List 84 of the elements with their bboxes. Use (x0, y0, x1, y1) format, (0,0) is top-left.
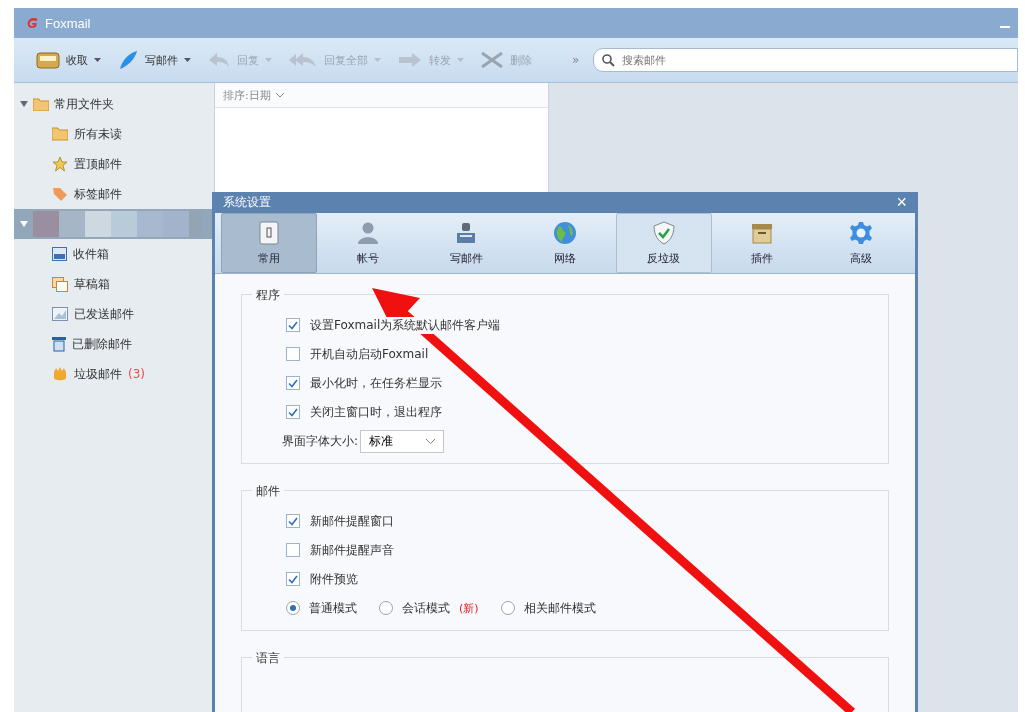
checkbox[interactable] (286, 543, 300, 557)
radio-button[interactable] (379, 601, 393, 615)
radio-button[interactable] (500, 601, 515, 615)
junk-icon (52, 366, 68, 382)
checkbox-option[interactable]: 新邮件提醒窗口 (286, 511, 888, 531)
folder-item[interactable]: 草稿箱 (14, 269, 214, 299)
feather-icon (117, 50, 139, 70)
dialog-title: 系统设置 (223, 194, 271, 211)
chevron-icon (275, 92, 284, 98)
folder-label: 已删除邮件 (72, 335, 132, 353)
delete-icon (480, 50, 504, 70)
user-icon (355, 220, 380, 245)
window-title: Foxmail (45, 15, 91, 31)
settings-tab[interactable]: 插件 (714, 213, 811, 273)
folder-label: 垃圾邮件 (74, 365, 122, 383)
sort-button[interactable]: 排序:日期 (215, 86, 290, 104)
folder-label: 置顶邮件 (74, 155, 122, 173)
folder-item[interactable]: 垃圾邮件 (3) (14, 359, 214, 389)
star-icon (52, 156, 68, 172)
settings-tab[interactable]: 帐号 (319, 213, 416, 273)
globe-icon (552, 220, 577, 245)
folder-item[interactable]: 已发送邮件 (14, 299, 214, 329)
font-size-dropdown[interactable]: 标准 (360, 429, 445, 453)
search-field[interactable]: 搜索邮件 (593, 48, 1018, 72)
radio-option[interactable]: 会话模式 (新) (379, 599, 479, 617)
checkbox-option[interactable]: 关闭主窗口时，退出程序 (286, 402, 888, 422)
radio-option[interactable]: 相关邮件模式 (500, 599, 596, 617)
checkbox[interactable] (286, 376, 300, 390)
checkbox[interactable] (286, 514, 300, 528)
settings-tab[interactable]: 写邮件 (418, 213, 515, 273)
switch-icon (257, 220, 281, 245)
expand-toggle[interactable] (20, 101, 28, 107)
folder-icon (33, 97, 49, 111)
group-title: 程序 (252, 287, 284, 304)
folder-item[interactable]: 标签邮件 (14, 179, 214, 209)
settings-tab[interactable]: 反垃圾 (615, 213, 712, 273)
logo-icon (26, 16, 40, 30)
settings-icon (848, 220, 873, 245)
folder-label: 草稿箱 (74, 275, 110, 293)
shield-icon (651, 220, 676, 245)
trash-icon (52, 336, 66, 352)
folder-group[interactable]: 常用文件夹 (14, 89, 214, 119)
toolbar-button[interactable]: 收取 (32, 48, 105, 72)
checkbox-option[interactable]: 设置Foxmail为系统默认邮件客户端 (286, 315, 888, 335)
chevron-icon (426, 438, 436, 444)
checkbox-option[interactable]: 开机自动启动Foxmail (286, 344, 888, 364)
folder-item[interactable]: 收件箱 (14, 239, 214, 269)
inbox-tray-icon (36, 50, 60, 70)
forward-icon (397, 50, 423, 70)
settings-tab[interactable]: 常用 (221, 213, 317, 273)
new-label: (新) (459, 600, 479, 616)
checkbox[interactable] (286, 347, 300, 361)
unread-count: (3) (128, 367, 145, 381)
settings-tab[interactable]: 网络 (516, 213, 613, 273)
font-size-label: 界面字体大小: (282, 432, 359, 450)
folder-icon (52, 127, 68, 141)
checkbox-option[interactable]: 最小化时，在任务栏显示 (286, 373, 888, 393)
checkbox[interactable] (286, 405, 300, 419)
group-title: 邮件 (252, 483, 284, 500)
folder-item[interactable]: 所有未读 (14, 119, 214, 149)
radio-option[interactable]: 普通模式 (286, 599, 357, 617)
drafts-icon (52, 276, 68, 292)
sent-icon (52, 307, 68, 321)
folder-label: 常用文件夹 (54, 95, 114, 113)
reply-all-icon (288, 50, 318, 70)
checkbox[interactable] (286, 572, 300, 586)
group-title: 语言 (252, 650, 284, 667)
checkbox-option[interactable]: 附件预览 (286, 569, 888, 589)
tag-icon (52, 186, 68, 202)
toolbar-button[interactable]: 写邮件 (113, 48, 195, 72)
checkbox-option[interactable]: 新邮件提醒声音 (286, 540, 888, 560)
folder-item[interactable]: 已删除邮件 (14, 329, 214, 359)
checkbox[interactable] (286, 318, 300, 332)
folder-label: 所有未读 (74, 125, 122, 143)
folder-label: 标签邮件 (74, 185, 122, 203)
folder-label: 收件箱 (73, 245, 109, 263)
folder-label: 已发送邮件 (74, 305, 134, 323)
expand-toggle[interactable] (20, 221, 28, 227)
close-button[interactable]: × (888, 192, 915, 213)
settings-tab[interactable]: 高级 (812, 213, 909, 273)
radio-button[interactable] (286, 601, 300, 615)
search-icon (602, 54, 616, 67)
folder-item[interactable]: 置顶邮件 (14, 149, 214, 179)
inbox-icon (52, 247, 67, 261)
